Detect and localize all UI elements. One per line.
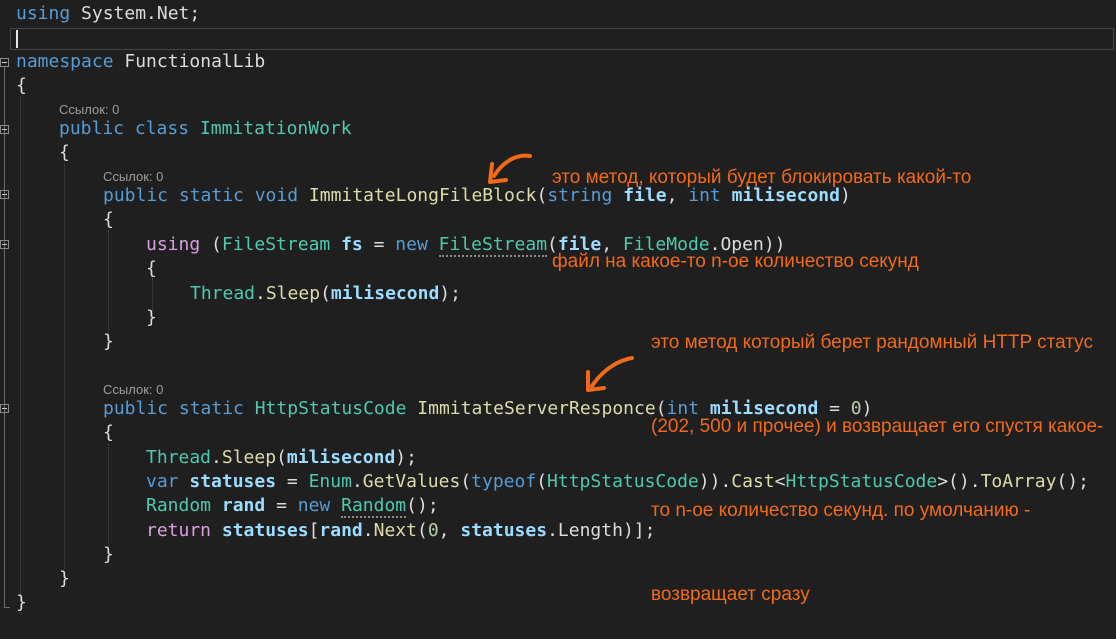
annotation-line: это метод который берет рандомный HTTP с… bbox=[651, 332, 1093, 353]
fold-method2-icon[interactable] bbox=[0, 404, 9, 413]
code-line: using System.Net; bbox=[16, 3, 201, 24]
codelens-references[interactable]: Ссылок: 0 bbox=[103, 169, 163, 185]
annotation-line: (202, 500 и прочее) и возвращает его спу… bbox=[651, 416, 1104, 437]
code-line: } bbox=[103, 544, 114, 565]
code-line: Thread.Sleep(milisecond); bbox=[146, 447, 417, 468]
indent-guide bbox=[20, 96, 21, 601]
code-line: } bbox=[59, 568, 70, 589]
indent-guide bbox=[64, 164, 65, 569]
code-line: { bbox=[103, 209, 114, 230]
text-caret bbox=[16, 30, 18, 48]
fold-method1-icon[interactable] bbox=[0, 190, 9, 199]
code-line: Thread.Sleep(milisecond); bbox=[190, 283, 461, 304]
annotation-line: файл на какое-то n-ое количество секунд bbox=[552, 251, 919, 272]
annotation-line: это метод, который будет блокировать как… bbox=[552, 167, 972, 188]
code-line: { bbox=[59, 142, 70, 163]
current-line-highlight bbox=[10, 28, 1114, 50]
fold-class-icon[interactable] bbox=[0, 125, 9, 134]
code-line: } bbox=[146, 307, 157, 328]
code-line: { bbox=[16, 75, 27, 96]
annotation-method2: это метод который берет рандомный HTTP с… bbox=[651, 273, 1103, 637]
codelens-references[interactable]: Ссылок: 0 bbox=[103, 382, 163, 398]
code-line: return statuses[rand.Next(0, statuses.Le… bbox=[146, 520, 656, 541]
code-line: } bbox=[103, 331, 114, 352]
annotation-line: возвращает сразу bbox=[651, 584, 810, 605]
annotation-arrow-icon bbox=[488, 153, 532, 184]
code-line: { bbox=[103, 422, 114, 443]
codelens-references[interactable]: Ссылок: 0 bbox=[59, 102, 119, 118]
annotation-arrow-icon bbox=[586, 356, 634, 392]
annotation-line: то n-ое количество секунд. по умолчанию … bbox=[651, 500, 1031, 521]
indent-guide bbox=[108, 444, 109, 550]
code-line: } bbox=[16, 592, 27, 613]
code-line: { bbox=[146, 258, 157, 279]
code-line: public class ImmitationWork bbox=[59, 118, 352, 139]
code-line: Random rand = new Random(); bbox=[146, 495, 439, 518]
fold-range-end bbox=[4, 607, 10, 608]
fold-using-icon[interactable] bbox=[0, 240, 9, 249]
code-line: namespace FunctionalLib bbox=[16, 51, 266, 72]
fold-range-namespace bbox=[4, 67, 5, 607]
indent-guide bbox=[108, 230, 109, 340]
fold-namespace-icon[interactable] bbox=[0, 58, 9, 67]
